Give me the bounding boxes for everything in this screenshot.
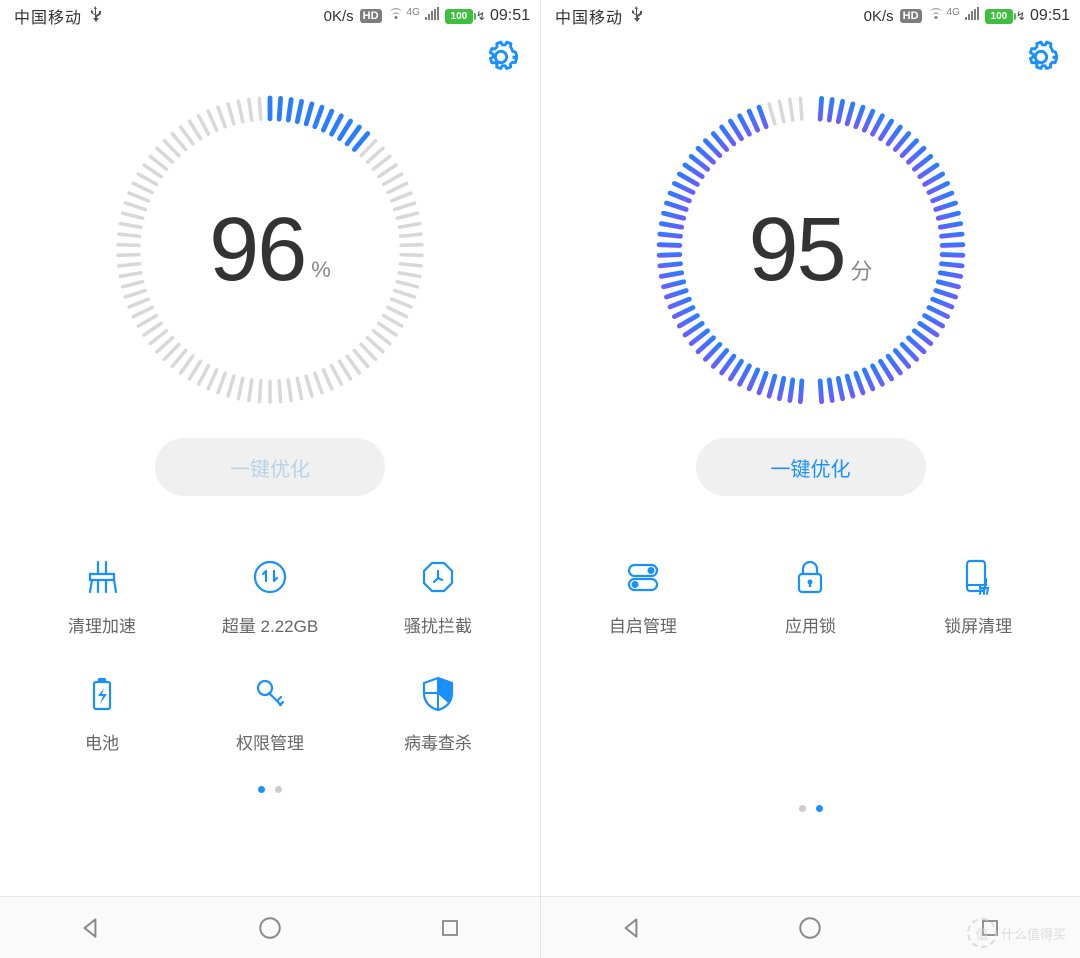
tile-label: 清理加速	[68, 612, 136, 637]
battery-icon	[81, 673, 123, 715]
back-button[interactable]	[70, 908, 110, 948]
tile-lockscreen-clean[interactable]: 锁屏清理	[894, 556, 1062, 637]
tile-cleanup[interactable]: 清理加速	[18, 556, 186, 637]
battery-indicator: 100 ↯	[985, 9, 1026, 24]
net-speed: 0K/s	[324, 8, 354, 25]
tile-battery[interactable]: 电池	[18, 673, 186, 754]
tile-label: 病毒查杀	[404, 729, 472, 754]
net-speed: 0K/s	[864, 8, 894, 25]
optimize-button[interactable]: 一键优化	[155, 438, 385, 496]
battery-indicator: 100 ↯	[445, 9, 486, 24]
settings-icon[interactable]	[484, 40, 518, 74]
tools-grid: 清理加速 超量 2.22GB 骚扰拦截 电池	[0, 556, 540, 754]
tile-permissions[interactable]: 权限管理	[186, 673, 354, 754]
score-gauge: 95 分	[651, 90, 971, 410]
status-bar: 中国移动 0K/s HD 4G 100 ↯ 09:51	[0, 0, 540, 32]
key-icon	[249, 673, 291, 715]
recent-button[interactable]	[430, 908, 470, 948]
tile-block[interactable]: 骚扰拦截	[354, 556, 522, 637]
optimize-button[interactable]: 一键优化	[696, 438, 926, 496]
shield-icon	[417, 673, 459, 715]
tile-label: 应用锁	[785, 612, 836, 637]
tile-applock[interactable]: 应用锁	[727, 556, 895, 637]
charging-icon: ↯	[476, 9, 486, 23]
clock: 09:51	[490, 7, 530, 25]
signal-icon	[425, 7, 440, 25]
tools-grid: 自启管理 应用锁 锁屏清理	[541, 556, 1080, 637]
score-gauge: 96 %	[110, 90, 430, 410]
tile-traffic[interactable]: 超量 2.22GB	[186, 556, 354, 637]
page-dot	[799, 805, 806, 812]
phone-manager-page-2: 中国移动 0K/s HD 4G 100 ↯ 09:51	[540, 0, 1080, 958]
settings-icon[interactable]	[1024, 40, 1058, 74]
score-unit: 分	[851, 254, 873, 286]
charging-icon: ↯	[1016, 9, 1026, 23]
score-unit: %	[311, 257, 331, 283]
page-dot	[816, 805, 823, 812]
broom-icon	[81, 556, 123, 598]
home-button[interactable]	[790, 908, 830, 948]
score-value: 95	[748, 199, 844, 302]
carrier-label: 中国移动	[555, 4, 623, 28]
status-bar: 中国移动 0K/s HD 4G 100 ↯ 09:51	[541, 0, 1080, 32]
wifi-icon	[927, 7, 945, 26]
phone-clean-icon	[957, 556, 999, 598]
lock-icon	[789, 556, 831, 598]
usb-icon	[629, 6, 643, 27]
navigation-bar	[0, 896, 540, 958]
data-icon	[249, 556, 291, 598]
signal-icon	[965, 7, 980, 25]
wifi-icon	[387, 7, 405, 26]
tile-label: 电池	[85, 729, 119, 754]
hd-badge: HD	[900, 9, 922, 23]
score-value: 96	[209, 199, 305, 302]
page-dot	[275, 786, 282, 793]
tile-autostart[interactable]: 自启管理	[559, 556, 727, 637]
phone-manager-page-1: 中国移动 0K/s HD 4G 100 ↯ 09:51	[0, 0, 540, 958]
carrier-label: 中国移动	[14, 4, 82, 28]
watermark: 值 什么值得买	[967, 918, 1066, 948]
tile-label: 锁屏清理	[944, 612, 1012, 637]
page-dot	[258, 786, 265, 793]
tile-label: 骚扰拦截	[404, 612, 472, 637]
4g-label: 4G	[407, 7, 420, 18]
back-button[interactable]	[611, 908, 651, 948]
tile-label: 权限管理	[236, 729, 304, 754]
toggle-icon	[622, 556, 664, 598]
clock: 09:51	[1030, 7, 1070, 25]
home-button[interactable]	[250, 908, 290, 948]
4g-label: 4G	[947, 7, 960, 18]
block-icon	[417, 556, 459, 598]
tile-label: 超量 2.22GB	[222, 612, 318, 637]
usb-icon	[88, 6, 102, 27]
hd-badge: HD	[360, 9, 382, 23]
tile-label: 自启管理	[609, 612, 677, 637]
page-indicator	[0, 786, 540, 793]
tile-virus-scan[interactable]: 病毒查杀	[354, 673, 522, 754]
page-indicator	[541, 805, 1080, 812]
